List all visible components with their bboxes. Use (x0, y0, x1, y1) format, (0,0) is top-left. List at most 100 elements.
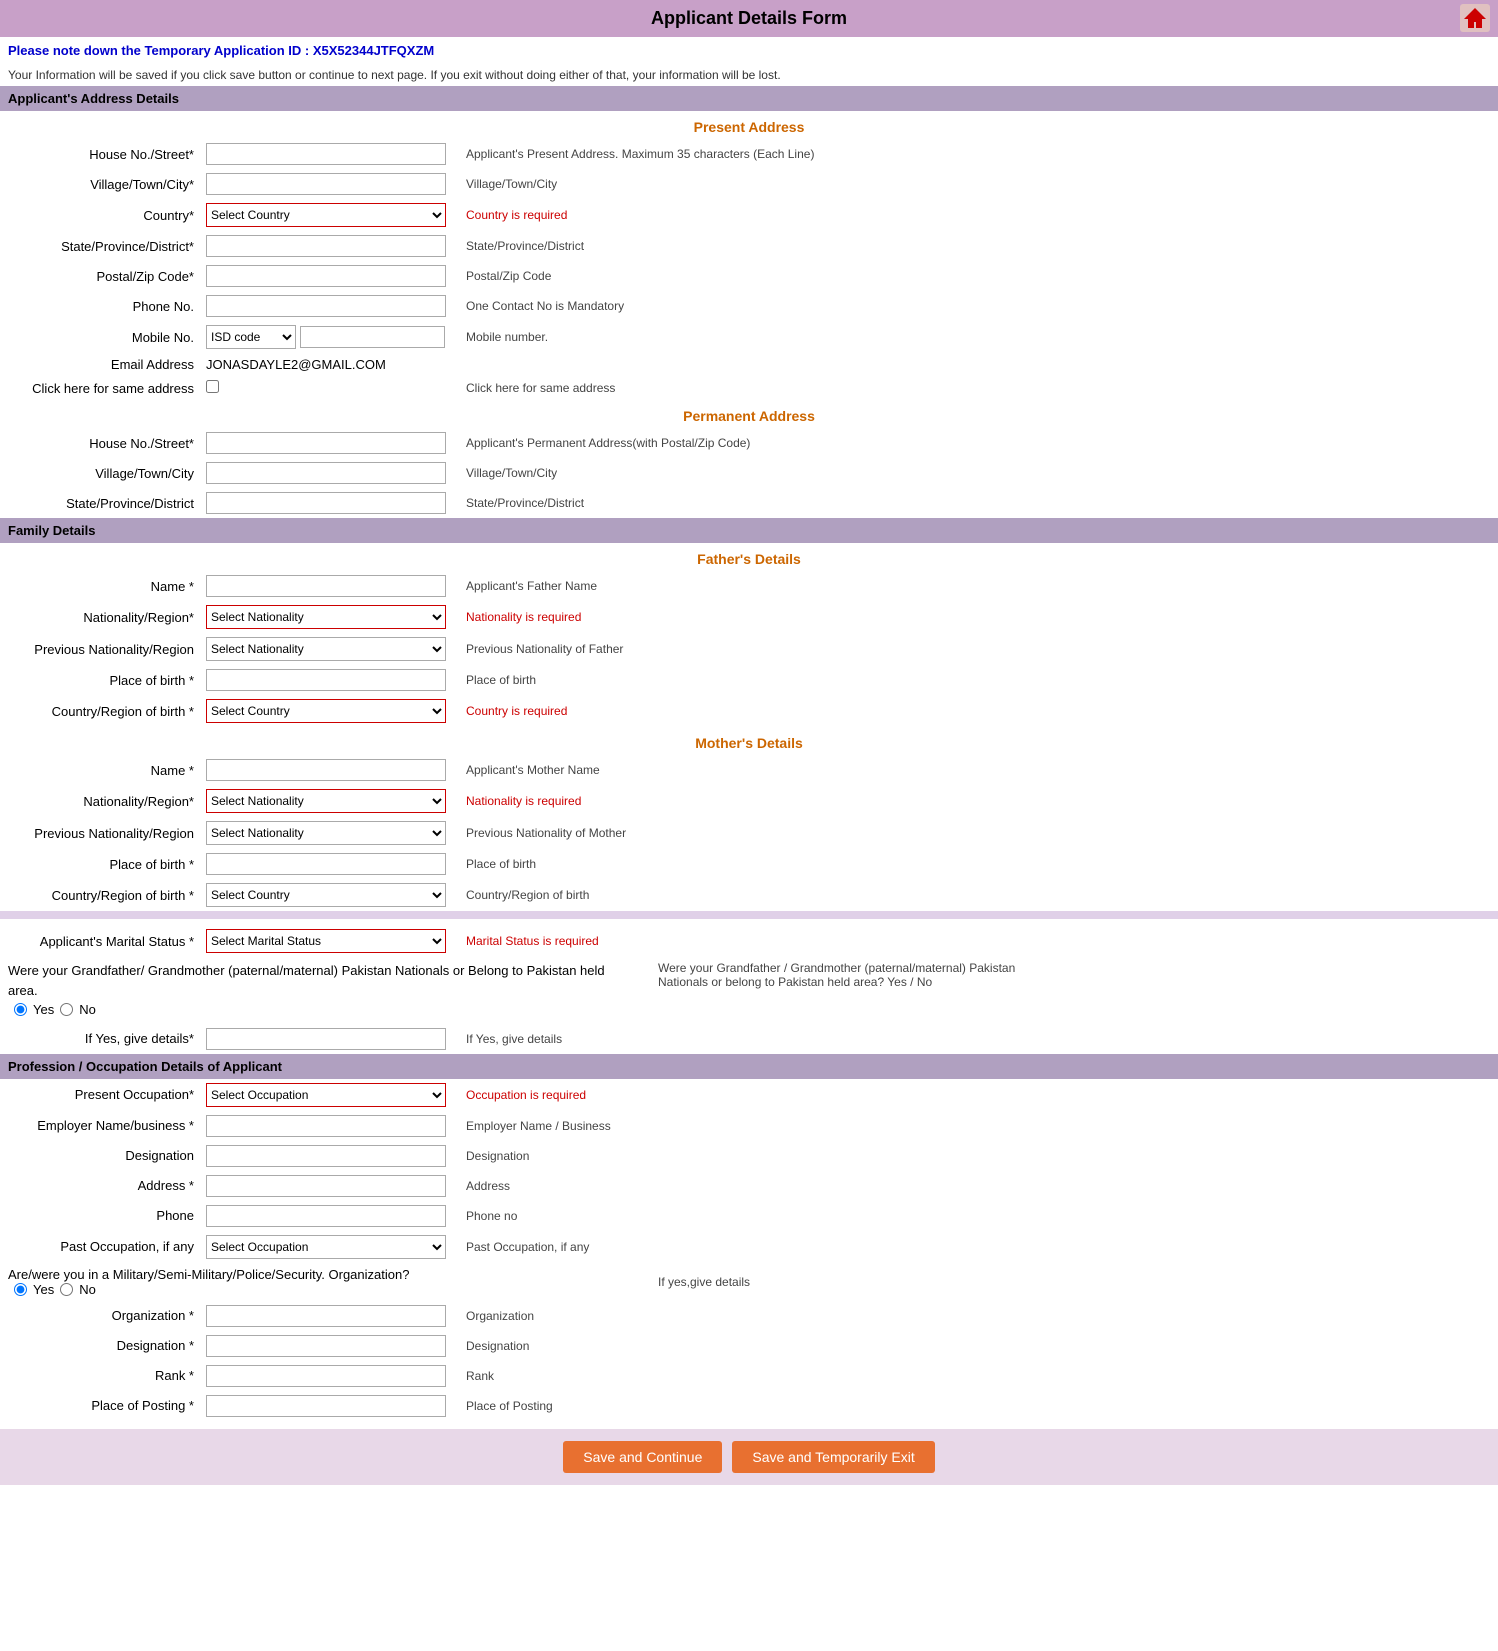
mothers-details-header: Mother's Details (0, 727, 1498, 755)
state-row: State/Province/District* State/Province/… (0, 231, 1498, 261)
military-no-radio[interactable] (60, 1283, 73, 1296)
past-occupation-hint: Past Occupation, if any (460, 1231, 1498, 1263)
prof-phone-input[interactable] (206, 1205, 446, 1227)
perm-house-hint: Applicant's Permanent Address(with Posta… (460, 428, 1498, 458)
bottom-buttons: Save and Continue Save and Temporarily E… (0, 1429, 1498, 1485)
mother-nationality-select[interactable]: Select Nationality (206, 789, 446, 813)
grandfather-no-radio[interactable] (60, 1003, 73, 1016)
temp-id-value: X5X52344JTFQXZM (313, 43, 434, 58)
address-hint: Address (460, 1171, 1498, 1201)
father-birth-place-input[interactable] (206, 669, 446, 691)
designation-row: Designation Designation (0, 1141, 1498, 1171)
mobile-input[interactable] (300, 326, 445, 348)
employer-input[interactable] (206, 1115, 446, 1137)
mother-prev-nationality-hint: Previous Nationality of Mother (460, 817, 1498, 849)
marital-status-label: Applicant's Marital Status * (0, 925, 200, 957)
grandfather-hint: Were your Grandfather / Grandmother (pat… (638, 961, 1018, 989)
past-occupation-row: Past Occupation, if any Select Occupatio… (0, 1231, 1498, 1263)
perm-house-input[interactable] (206, 432, 446, 454)
employer-row: Employer Name/business * Employer Name /… (0, 1111, 1498, 1141)
posting-label: Place of Posting * (0, 1391, 200, 1421)
state-input[interactable] (206, 235, 446, 257)
posting-hint: Place of Posting (460, 1391, 1498, 1421)
save-continue-button[interactable]: Save and Continue (563, 1441, 722, 1473)
mother-name-label: Name * (0, 755, 200, 785)
email-value: JONASDAYLE2@GMAIL.COM (206, 357, 386, 372)
perm-state-input[interactable] (206, 492, 446, 514)
father-birth-place-row: Place of birth * Place of birth (0, 665, 1498, 695)
village-hint: Village/Town/City (460, 169, 1498, 199)
father-birth-country-row: Country/Region of birth * Select Country… (0, 695, 1498, 727)
employer-hint: Employer Name / Business (460, 1111, 1498, 1141)
organization-input[interactable] (206, 1305, 446, 1327)
village-input[interactable] (206, 173, 446, 195)
designation-input[interactable] (206, 1145, 446, 1167)
permanent-address-table: House No./Street* Applicant's Permanent … (0, 428, 1498, 518)
village-row: Village/Town/City* Village/Town/City (0, 169, 1498, 199)
marital-table: Applicant's Marital Status * Select Mari… (0, 925, 1498, 957)
profession-section-header: Profession / Occupation Details of Appli… (0, 1054, 1498, 1079)
military-yes-label: Yes (33, 1282, 54, 1297)
mother-prev-nationality-select[interactable]: Select Nationality (206, 821, 446, 845)
father-birth-country-hint: Country is required (460, 695, 1498, 727)
address-section-header: Applicant's Address Details (0, 86, 1498, 111)
mother-birth-place-input[interactable] (206, 853, 446, 875)
postal-label: Postal/Zip Code* (0, 261, 200, 291)
perm-village-input[interactable] (206, 462, 446, 484)
occupation-label: Present Occupation* (0, 1079, 200, 1111)
prof-phone-hint: Phone no (460, 1201, 1498, 1231)
if-yes-input[interactable] (206, 1028, 446, 1050)
family-section-header: Family Details (0, 518, 1498, 543)
rank-hint: Rank (460, 1361, 1498, 1391)
mother-nationality-label: Nationality/Region* (0, 785, 200, 817)
posting-input[interactable] (206, 1395, 446, 1417)
military-hint: If yes,give details (638, 1275, 750, 1289)
home-icon[interactable] (1460, 4, 1490, 35)
rank-input[interactable] (206, 1365, 446, 1387)
house-hint: Applicant's Present Address. Maximum 35 … (460, 139, 1498, 169)
present-address-table: House No./Street* Applicant's Present Ad… (0, 139, 1498, 400)
save-exit-button[interactable]: Save and Temporarily Exit (732, 1441, 934, 1473)
village-label: Village/Town/City* (0, 169, 200, 199)
father-birth-country-select[interactable]: Select Country (206, 699, 446, 723)
mother-birth-place-label: Place of birth * (0, 849, 200, 879)
marital-status-select[interactable]: Select Marital Status (206, 929, 446, 953)
mother-name-hint: Applicant's Mother Name (460, 755, 1498, 785)
postal-row: Postal/Zip Code* Postal/Zip Code (0, 261, 1498, 291)
country-row: Country* Select Country Country is requi… (0, 199, 1498, 231)
mother-name-input[interactable] (206, 759, 446, 781)
house-input[interactable] (206, 143, 446, 165)
occupation-select[interactable]: Select Occupation (206, 1083, 446, 1107)
present-address-header: Present Address (0, 111, 1498, 139)
past-occupation-select[interactable]: Select Occupation (206, 1235, 446, 1259)
postal-input[interactable] (206, 265, 446, 287)
perm-house-row: House No./Street* Applicant's Permanent … (0, 428, 1498, 458)
father-prev-nationality-hint: Previous Nationality of Father (460, 633, 1498, 665)
grandfather-yes-label: Yes (33, 1000, 54, 1020)
country-label: Country* (0, 199, 200, 231)
if-yes-row: If Yes, give details* If Yes, give detai… (0, 1024, 1498, 1054)
prof-phone-row: Phone Phone no (0, 1201, 1498, 1231)
father-nationality-select[interactable]: Select Nationality (206, 605, 446, 629)
mother-birth-country-select[interactable]: Select Country (206, 883, 446, 907)
mother-prev-nationality-label: Previous Nationality/Region (0, 817, 200, 849)
father-name-input[interactable] (206, 575, 446, 597)
isd-select[interactable]: ISD code (206, 325, 296, 349)
military-yes-radio[interactable] (14, 1283, 27, 1296)
page-title: Applicant Details Form (0, 0, 1498, 37)
country-select[interactable]: Select Country (206, 203, 446, 227)
perm-village-hint: Village/Town/City (460, 458, 1498, 488)
grandfather-yes-radio[interactable] (14, 1003, 27, 1016)
occupation-row: Present Occupation* Select Occupation Oc… (0, 1079, 1498, 1111)
phone-input[interactable] (206, 295, 446, 317)
mother-birth-country-row: Country/Region of birth * Select Country… (0, 879, 1498, 911)
father-prev-nationality-select[interactable]: Select Nationality (206, 637, 446, 661)
designation2-input[interactable] (206, 1335, 446, 1357)
designation2-hint: Designation (460, 1331, 1498, 1361)
mother-birth-place-hint: Place of birth (460, 849, 1498, 879)
address-input[interactable] (206, 1175, 446, 1197)
phone-row: Phone No. One Contact No is Mandatory (0, 291, 1498, 321)
father-birth-country-label: Country/Region of birth * (0, 695, 200, 727)
designation-hint: Designation (460, 1141, 1498, 1171)
same-address-checkbox[interactable] (206, 380, 219, 393)
